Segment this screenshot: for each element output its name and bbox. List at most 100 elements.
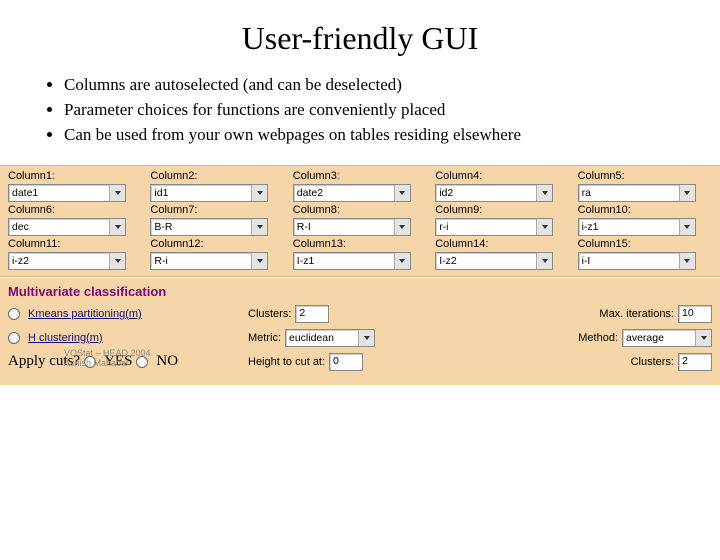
column-cell: Column11: i-z2 [8,238,142,270]
applycuts-no-label: NO [156,353,178,370]
hclust-radio[interactable] [8,332,20,344]
metric-label: Metric: [248,332,281,344]
height-input[interactable]: 0 [329,353,363,371]
kmeans-radio[interactable] [8,308,20,320]
metric-select[interactable]: euclidean [285,329,375,347]
column-select[interactable]: R-i [150,252,268,270]
bullet-item: Can be used from your own webpages on ta… [64,124,680,147]
column-value: date2 [297,187,323,199]
column-label: Column7: [150,204,284,218]
columns-panel: Column1:date1Column2:id1Column3:date2Col… [0,165,720,277]
chevron-down-icon [109,253,125,269]
column-select[interactable]: dec [8,218,126,236]
page-title: User-friendly GUI [0,20,720,57]
column-select[interactable]: I-z2 [435,252,553,270]
maxiter-input[interactable]: 10 [678,305,712,323]
chevron-down-icon [536,253,552,269]
column-label: Column6: [8,204,142,218]
maxiter-label: Max. iterations: [599,308,674,320]
column-label: Column9: [435,204,569,218]
clusters-input[interactable]: 2 [295,305,329,323]
bullet-item: Columns are autoselected (and can be des… [64,74,680,97]
column-select[interactable]: id1 [150,184,268,202]
column-cell: Column2: id1 [150,170,284,202]
chevron-down-icon [695,330,711,346]
column-label: Column15: [578,238,712,252]
column-cell: Column12: R-i [150,238,284,270]
multivariate-panel: Multivariate classification Kmeans parti… [0,277,720,385]
column-select[interactable]: date2 [293,184,411,202]
clusters-label: Clusters: [248,308,291,320]
column-label: Column13: [293,238,427,252]
chevron-down-icon [394,185,410,201]
column-select[interactable]: B-R [150,218,268,236]
column-label: Column8: [293,204,427,218]
column-value: I-z1 [297,255,315,267]
kmeans-link[interactable]: Kmeans partitioning(m) [28,308,142,320]
method-label: Method: [578,332,618,344]
column-value: i-I [582,255,591,267]
metric-value: euclidean [289,332,334,344]
column-cell: Column13: I-z1 [293,238,427,270]
column-value: dec [12,221,29,233]
column-label: Column11: [8,238,142,252]
column-value: i-z1 [582,221,599,233]
footer-line2: Ashish Mahabal [64,359,151,369]
chevron-down-icon [109,219,125,235]
column-select[interactable]: I-z1 [293,252,411,270]
column-cell: Column14: I-z2 [435,238,569,270]
column-value: B-R [154,221,172,233]
column-label: Column12: [150,238,284,252]
method-value: average [626,332,664,344]
multivariate-title: Multivariate classification [8,284,712,299]
column-select[interactable]: ra [578,184,696,202]
clusters2-label: Clusters: [631,356,674,368]
column-select[interactable]: i-z2 [8,252,126,270]
column-value: R-i [154,255,167,267]
column-value: i-z2 [12,255,29,267]
column-cell: Column8: R-I [293,204,427,236]
column-cell: Column10: i-z1 [578,204,712,236]
column-label: Column4: [435,170,569,184]
column-select[interactable]: R-I [293,218,411,236]
chevron-down-icon [109,185,125,201]
chevron-down-icon [394,219,410,235]
column-cell: Column1: date1 [8,170,142,202]
column-select[interactable]: r-i [435,218,553,236]
column-cell: Column7: B-R [150,204,284,236]
chevron-down-icon [251,185,267,201]
method-select[interactable]: average [622,329,712,347]
column-cell: Column5:ra [578,170,712,202]
column-select[interactable]: i-I [578,252,696,270]
column-value: R-I [297,221,311,233]
column-select[interactable]: date1 [8,184,126,202]
chevron-down-icon [679,253,695,269]
column-cell: Column3: date2 [293,170,427,202]
height-label: Height to cut at: [248,356,325,368]
chevron-down-icon [358,330,374,346]
column-label: Column2: [150,170,284,184]
chevron-down-icon [679,219,695,235]
column-label: Column3: [293,170,427,184]
column-value: id1 [154,187,168,199]
column-label: Column14: [435,238,569,252]
column-value: I-z2 [439,255,457,267]
chevron-down-icon [251,219,267,235]
chevron-down-icon [679,185,695,201]
column-cell: Column15: i-I [578,238,712,270]
clusters2-input[interactable]: 2 [678,353,712,371]
chevron-down-icon [251,253,267,269]
column-cell: Column6: dec [8,204,142,236]
column-value: id2 [439,187,453,199]
column-label: Column1: [8,170,142,184]
column-value: ra [582,187,591,199]
column-value: date1 [12,187,38,199]
column-cell: Column4: id2 [435,170,569,202]
chevron-down-icon [394,253,410,269]
bullet-item: Parameter choices for functions are conv… [64,99,680,122]
column-cell: Column9:r-i [435,204,569,236]
column-select[interactable]: id2 [435,184,553,202]
column-label: Column10: [578,204,712,218]
hclust-link[interactable]: H clustering(m) [28,332,103,344]
column-select[interactable]: i-z1 [578,218,696,236]
